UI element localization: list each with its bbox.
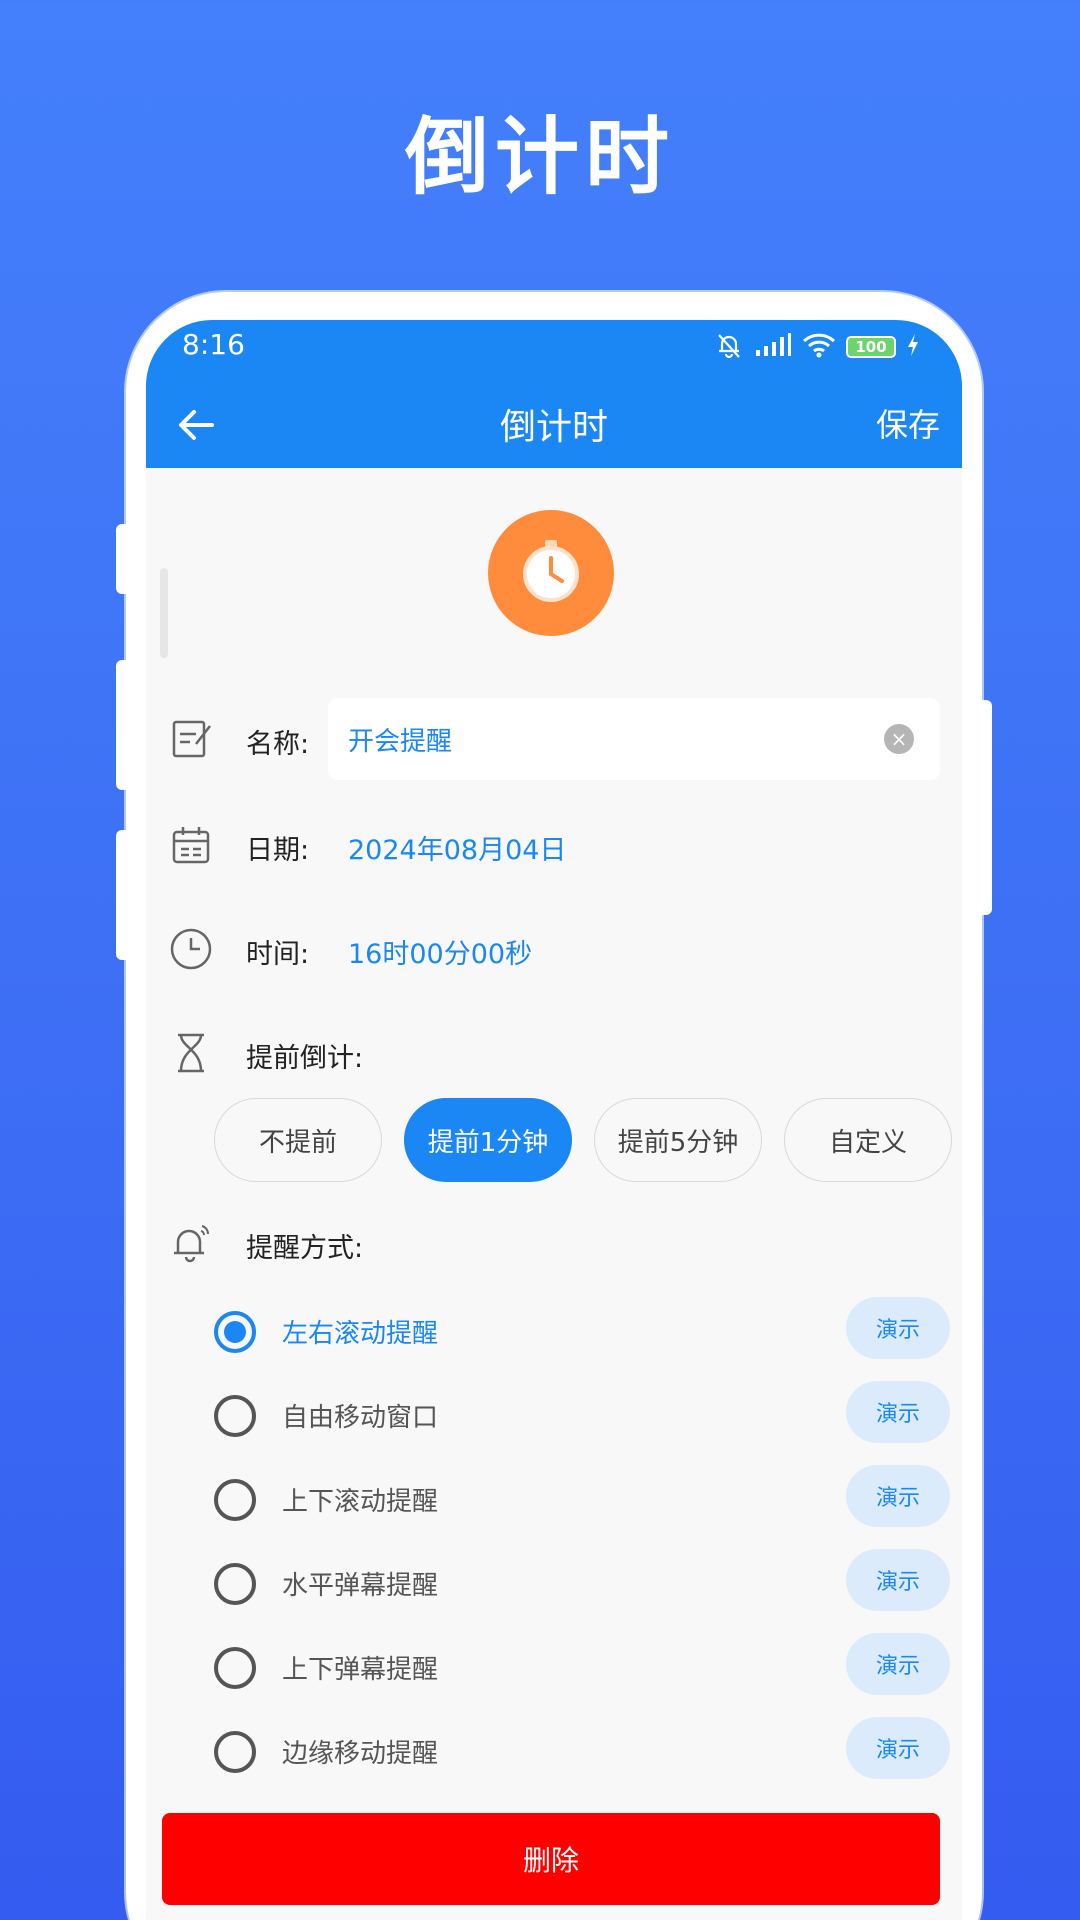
reminder-option-label: 自由移动窗口 xyxy=(282,1403,439,1433)
date-label: 日期: xyxy=(246,835,310,866)
save-button[interactable]: 保存 xyxy=(876,400,940,446)
status-bar: 8:16 100 xyxy=(146,320,962,378)
advance-label: 提前倒计: xyxy=(246,1043,364,1074)
app-header: 8:16 100 倒计时 保存 xyxy=(146,320,962,468)
charging-icon xyxy=(906,333,920,361)
hourglass-icon xyxy=(168,1030,214,1076)
reminder-option[interactable]: 左右滚动提醒 演示 xyxy=(146,1297,962,1367)
reminder-option[interactable]: 自由移动窗口 演示 xyxy=(146,1381,962,1451)
status-icons: 100 xyxy=(714,330,920,364)
advance-option-1min[interactable]: 提前1分钟 xyxy=(404,1098,572,1182)
reminder-option-label: 水平弹幕提醒 xyxy=(282,1571,439,1601)
bell-muted-icon xyxy=(714,330,744,364)
clear-icon[interactable]: × xyxy=(884,724,914,754)
reminder-option-label: 上下弹幕提醒 xyxy=(282,1655,439,1685)
reminder-option[interactable]: 上下滚动提醒 演示 xyxy=(146,1465,962,1535)
status-time: 8:16 xyxy=(182,328,245,361)
timer-badge[interactable] xyxy=(488,510,614,636)
radio-unchecked[interactable] xyxy=(214,1479,256,1521)
advance-option-5min[interactable]: 提前5分钟 xyxy=(594,1098,762,1182)
reminder-label: 提醒方式: xyxy=(246,1233,364,1264)
ringing-bell-icon xyxy=(168,1220,214,1266)
radio-unchecked[interactable] xyxy=(214,1731,256,1773)
name-field[interactable]: × xyxy=(328,698,940,780)
time-label: 时间: xyxy=(246,939,310,970)
reminder-option[interactable]: 边缘移动提醒 演示 xyxy=(146,1717,962,1787)
advance-option-none[interactable]: 不提前 xyxy=(214,1098,382,1182)
radio-unchecked[interactable] xyxy=(214,1563,256,1605)
name-label: 名称: xyxy=(246,729,310,760)
demo-button[interactable]: 演示 xyxy=(846,1633,950,1695)
time-value[interactable]: 16时00分00秒 xyxy=(348,932,532,971)
phone-screen: 8:16 100 倒计时 保存 名称: 开会提醒 × 日期: 2024年08月0… xyxy=(146,320,962,1920)
battery-icon: 100 xyxy=(846,336,896,358)
reminder-option[interactable]: 水平弹幕提醒 演示 xyxy=(146,1549,962,1619)
scroll-indicator xyxy=(160,568,168,658)
calendar-icon xyxy=(168,822,214,868)
signal-icon xyxy=(754,332,792,362)
demo-button[interactable]: 演示 xyxy=(846,1381,950,1443)
delete-button[interactable]: 删除 xyxy=(162,1813,940,1905)
demo-button[interactable]: 演示 xyxy=(846,1549,950,1611)
radio-unchecked[interactable] xyxy=(214,1647,256,1689)
wifi-icon xyxy=(802,332,836,362)
demo-button[interactable]: 演示 xyxy=(846,1465,950,1527)
stopwatch-icon xyxy=(523,540,579,602)
demo-button[interactable]: 演示 xyxy=(846,1717,950,1779)
name-input[interactable] xyxy=(348,718,868,760)
date-value[interactable]: 2024年08月04日 xyxy=(348,828,566,867)
demo-button[interactable]: 演示 xyxy=(846,1297,950,1359)
reminder-option-label: 左右滚动提醒 xyxy=(282,1319,439,1349)
edit-note-icon xyxy=(168,716,214,762)
advance-option-custom[interactable]: 自定义 xyxy=(784,1098,952,1182)
reminder-option[interactable]: 上下弹幕提醒 演示 xyxy=(146,1633,962,1703)
clock-icon xyxy=(168,926,214,972)
promo-title: 倒计时 xyxy=(404,108,675,206)
radio-unchecked[interactable] xyxy=(214,1395,256,1437)
radio-checked[interactable] xyxy=(214,1311,256,1353)
nav-bar: 倒计时 保存 xyxy=(146,382,962,468)
page-title: 倒计时 xyxy=(499,407,608,448)
reminder-option-label: 上下滚动提醒 xyxy=(282,1487,439,1517)
reminder-option-label: 边缘移动提醒 xyxy=(282,1739,439,1769)
